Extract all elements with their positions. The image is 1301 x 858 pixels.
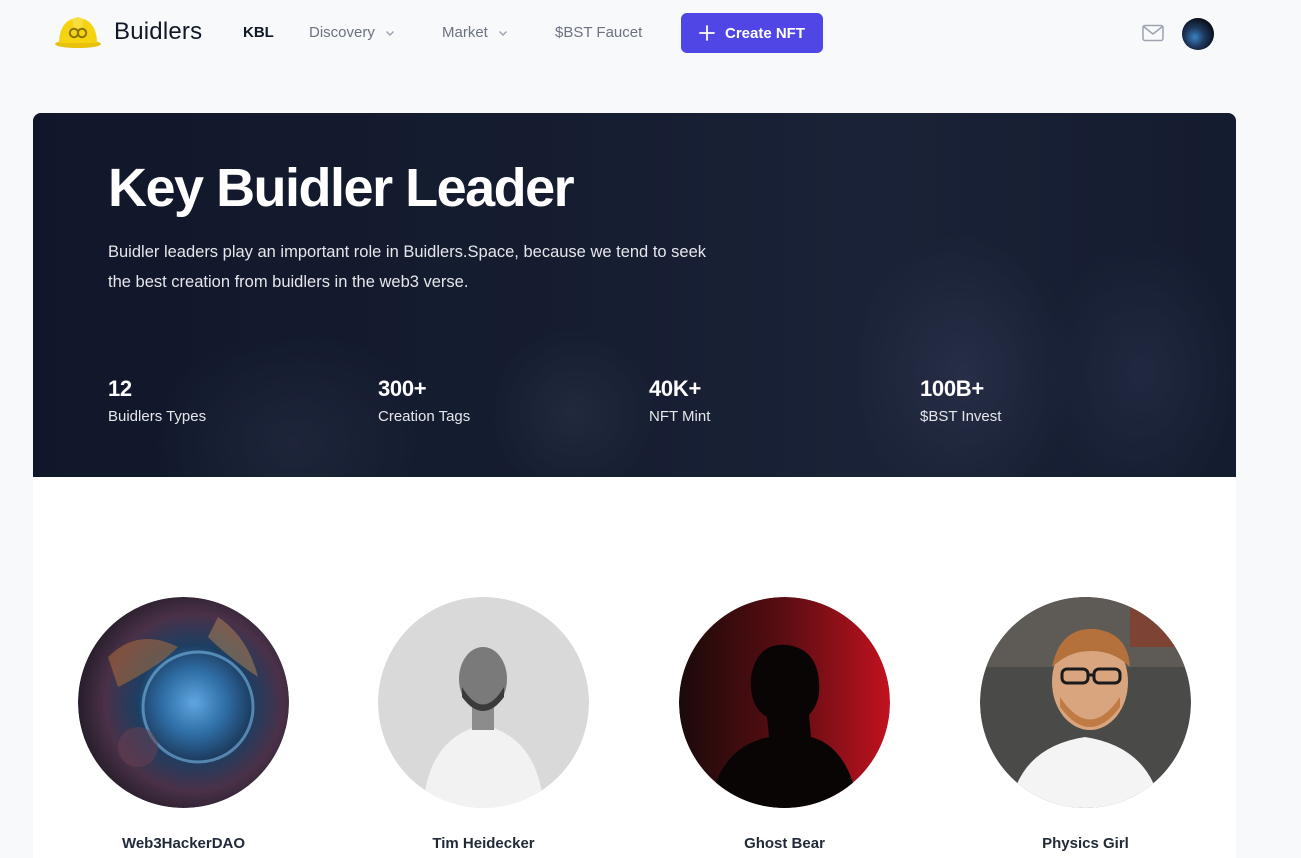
plus-icon <box>699 25 715 41</box>
nav-kbl[interactable]: KBL <box>243 24 274 41</box>
nav-market-label: Market <box>442 24 488 41</box>
leader-avatar[interactable] <box>78 597 289 808</box>
leaders-section: Web3HackerDAO Tim Heidecker Ghost Bear P… <box>33 477 1236 858</box>
nav-market[interactable]: Market <box>442 24 508 41</box>
stat-value: 100B+ <box>920 376 984 401</box>
nav-kbl-label: KBL <box>243 24 274 41</box>
stat-label: NFT Mint <box>649 408 711 425</box>
stat-label: Buidlers Types <box>108 408 207 425</box>
stat-buidler-types: 12 Buidlers Types <box>108 376 206 425</box>
leader-avatar[interactable] <box>378 597 589 808</box>
hero-description-line-2: the best creation from buidlers in the w… <box>108 273 469 291</box>
leader-card-ghost-bear[interactable]: Ghost Bear <box>679 597 890 852</box>
nav-discovery[interactable]: Discovery <box>309 24 395 41</box>
stat-value: 300+ <box>378 376 427 401</box>
create-nft-button[interactable]: Create NFT <box>681 13 823 53</box>
leader-name[interactable]: Tim Heidecker <box>338 835 629 852</box>
user-avatar[interactable] <box>1182 18 1214 50</box>
nav-discovery-label: Discovery <box>309 24 375 41</box>
stat-creation-tags: 300+ Creation Tags <box>378 376 470 425</box>
brand-name: Buidlers <box>114 18 203 45</box>
hero-description: Buidler leaders play an important role i… <box>108 237 748 297</box>
leader-name[interactable]: Physics Girl <box>940 835 1231 852</box>
stat-value: 12 <box>108 376 132 401</box>
stat-value: 40K+ <box>649 376 702 401</box>
leader-card-web3hackerdao[interactable]: Web3HackerDAO <box>78 597 289 852</box>
leader-card-physics-girl[interactable]: Physics Girl <box>980 597 1191 852</box>
hero-banner: Key Buidler Leader Buidler leaders play … <box>33 113 1236 477</box>
brand-logo[interactable]: Buidlers <box>54 14 202 50</box>
hardhat-logo-icon <box>55 17 101 48</box>
stat-label: Creation Tags <box>378 408 471 425</box>
stat-nft-mint: 40K+ NFT Mint <box>649 376 710 425</box>
nav-bst-faucet-label: $BST Faucet <box>555 24 643 41</box>
stat-label: $BST Invest <box>920 408 1002 425</box>
hero-description-line-1: Buidler leaders play an important role i… <box>108 243 707 261</box>
leader-name[interactable]: Ghost Bear <box>639 835 930 852</box>
chevron-down-icon <box>498 30 507 36</box>
chevron-down-icon <box>385 30 394 36</box>
stat-bst-invest: 100B+ $BST Invest <box>920 376 1001 425</box>
mail-icon[interactable] <box>1142 24 1164 42</box>
create-nft-label: Create NFT <box>724 24 806 42</box>
leader-card-tim-heidecker[interactable]: Tim Heidecker <box>378 597 589 852</box>
nav-bst-faucet[interactable]: $BST Faucet <box>555 24 642 41</box>
leader-name[interactable]: Web3HackerDAO <box>38 835 329 852</box>
page-title: Key Buidler Leader <box>108 158 575 218</box>
leader-avatar[interactable] <box>980 597 1191 808</box>
top-header: Buidlers KBL Discovery Market $BST Fauce… <box>0 0 1301 66</box>
leader-avatar[interactable] <box>679 597 890 808</box>
